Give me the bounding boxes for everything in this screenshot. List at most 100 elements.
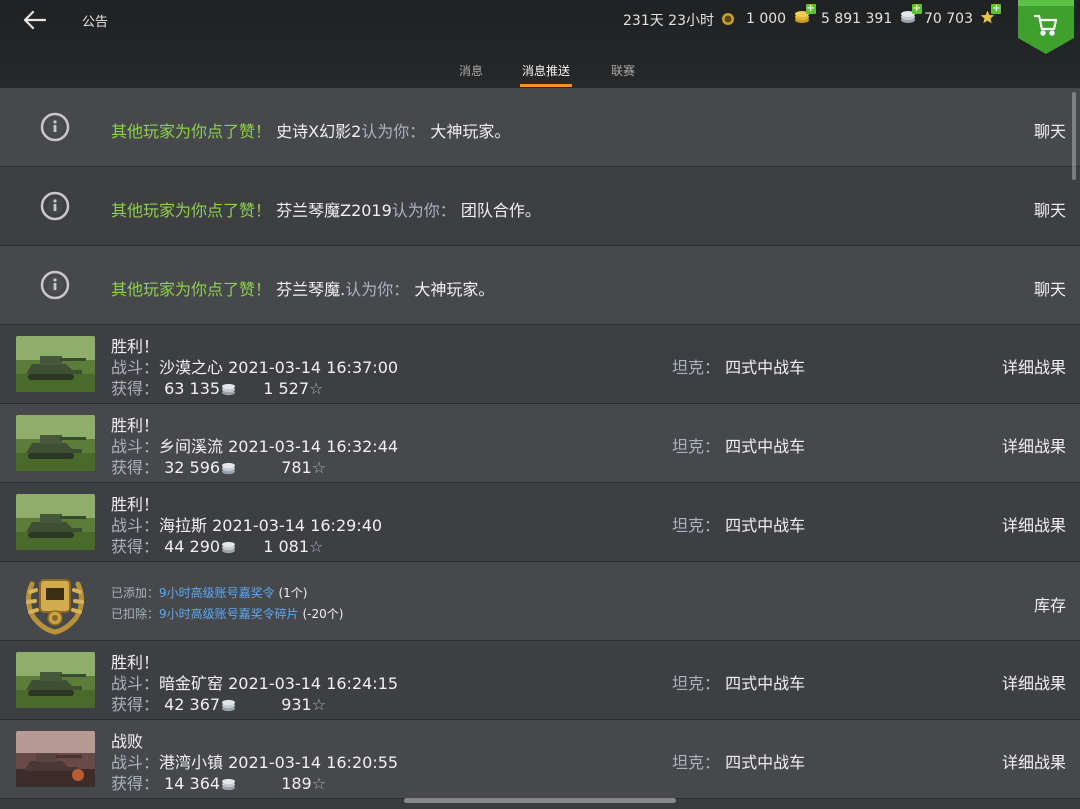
battle-earnings: 获得： 63 135 1 527☆ xyxy=(111,375,323,399)
star-icon: ☆ xyxy=(311,695,327,714)
added-item: 9小时高级账号嘉奖令 xyxy=(159,586,275,600)
tank-name: 四式中战车 xyxy=(725,358,806,377)
info-icon xyxy=(40,191,70,221)
like-verb: 认为你： xyxy=(345,280,410,299)
tank-thumbnail xyxy=(16,336,95,392)
tank-label: 坦克： xyxy=(672,516,721,535)
list-item: 其他玩家为你点了赞！ 史诗X幻影2认为你： 大神玩家。 聊天 xyxy=(0,88,1080,167)
tank-name: 四式中战车 xyxy=(725,437,806,456)
battle-details-button[interactable]: 详细战果 xyxy=(1002,512,1066,536)
chat-button[interactable]: 聊天 xyxy=(1034,276,1066,300)
top-bar: 公告 231天 23小时 1 000 + 5 891 391 + 70 703 … xyxy=(0,0,1080,88)
tank-label: 坦克： xyxy=(672,358,721,377)
like-prefix: 其他玩家为你点了赞！ xyxy=(111,122,272,141)
gold-balance[interactable]: 1 000 + xyxy=(746,4,816,28)
xp-earned: 189 xyxy=(281,774,312,793)
tank-name: 四式中战车 xyxy=(725,753,806,772)
battle-details-button[interactable]: 详细战果 xyxy=(1002,670,1066,694)
like-player: 芬兰琴魔. xyxy=(276,280,346,299)
star-icon: ☆ xyxy=(309,537,324,556)
credits-earned: 44 290 xyxy=(164,537,221,556)
battle-details-button[interactable]: 详细战果 xyxy=(1002,749,1066,773)
tank-thumbnail-defeat xyxy=(16,731,95,787)
silver-balance[interactable]: 5 891 391 + xyxy=(821,4,922,28)
chat-button[interactable]: 聊天 xyxy=(1034,197,1066,221)
laurel-badge-icon xyxy=(26,579,84,635)
earn-label: 获得： xyxy=(111,458,160,477)
like-trait: 大神玩家。 xyxy=(430,122,511,141)
xp-earned: 1 527 xyxy=(263,379,309,398)
premium-icon xyxy=(721,12,735,30)
credits-earned: 32 596 xyxy=(164,458,221,477)
credits-earned: 42 367 xyxy=(164,695,221,714)
like-trait: 大神玩家。 xyxy=(414,280,495,299)
xp-earned: 931 xyxy=(281,695,312,714)
tank-name: 四式中战车 xyxy=(725,674,806,693)
credits-earned: 14 364 xyxy=(164,774,221,793)
star-icon: + xyxy=(980,4,1002,28)
battle-details-button[interactable]: 详细战果 xyxy=(1002,433,1066,457)
list-item: 胜利！ 战斗：海拉斯 2021-03-14 16:29:40 获得： 44 29… xyxy=(0,483,1080,562)
battle-earnings: 获得： 42 367 931☆ xyxy=(111,691,326,715)
silver-icon xyxy=(222,383,236,396)
tank-info: 坦克： 四式中战车 xyxy=(672,354,805,378)
list-item: 已添加：9小时高级账号嘉奖令 (1个) 已扣除：9小时高级账号嘉奖令碎片 (-2… xyxy=(0,562,1080,641)
earn-label: 获得： xyxy=(111,695,160,714)
add-xp-icon: + xyxy=(991,3,1002,14)
free-xp-balance[interactable]: 70 703 + xyxy=(924,4,1002,28)
earn-label: 获得： xyxy=(111,379,160,398)
silver-value: 5 891 391 xyxy=(821,11,893,27)
added-label: 已添加： xyxy=(111,586,160,600)
star-icon: ☆ xyxy=(309,379,324,398)
info-icon xyxy=(40,112,70,142)
arrow-left-icon xyxy=(23,10,47,30)
reward-added: 已添加：9小时高级账号嘉奖令 (1个) xyxy=(111,584,307,601)
battle-earnings: 获得： 14 364 189☆ xyxy=(111,770,326,794)
page-title: 公告 xyxy=(82,15,109,30)
like-verb: 认为你： xyxy=(391,201,456,220)
tank-thumbnail xyxy=(16,494,95,550)
battle-details-button[interactable]: 详细战果 xyxy=(1002,354,1066,378)
info-icon xyxy=(40,270,70,300)
tank-thumbnail xyxy=(16,652,95,708)
star-icon: ☆ xyxy=(311,774,327,793)
silver-icon: + xyxy=(900,4,922,28)
premium-time: 231天 23小时 xyxy=(623,10,735,30)
silver-icon xyxy=(222,462,236,475)
gold-icon: + xyxy=(794,4,816,28)
shop-button[interactable] xyxy=(1018,0,1074,54)
like-trait: 团队合作。 xyxy=(460,201,541,220)
list-item: 战败 战斗：港湾小镇 2021-03-14 16:20:55 获得： 14 36… xyxy=(0,720,1080,799)
added-count: (1个) xyxy=(278,586,308,600)
like-prefix: 其他玩家为你点了赞！ xyxy=(111,201,272,220)
active-tab-indicator xyxy=(520,84,572,87)
premium-time-value: 231天 23小时 xyxy=(623,13,714,29)
battle-earnings: 获得： 32 596 781☆ xyxy=(111,454,326,478)
earn-label: 获得： xyxy=(111,537,160,556)
xp-earned: 1 081 xyxy=(263,537,309,556)
tab-league[interactable]: 联赛 xyxy=(611,62,635,79)
star-icon: ☆ xyxy=(311,458,327,477)
scrollbar[interactable] xyxy=(1072,92,1076,180)
like-player: 史诗X幻影2 xyxy=(276,122,362,141)
earn-label: 获得： xyxy=(111,774,160,793)
tank-info: 坦克： 四式中战车 xyxy=(672,512,805,536)
back-button[interactable] xyxy=(22,8,48,32)
tab-notifications[interactable]: 消息推送 xyxy=(522,62,570,79)
home-indicator[interactable] xyxy=(404,798,676,803)
gold-value: 1 000 xyxy=(746,11,787,27)
add-gold-icon: + xyxy=(805,3,816,14)
battle-earnings: 获得： 44 290 1 081☆ xyxy=(111,533,323,557)
inventory-button[interactable]: 库存 xyxy=(1034,592,1066,616)
add-silver-icon: + xyxy=(911,3,922,14)
tank-info: 坦克： 四式中战车 xyxy=(672,433,805,457)
tank-label: 坦克： xyxy=(672,437,721,456)
xp-earned: 781 xyxy=(281,458,312,477)
silver-icon xyxy=(222,778,236,791)
list-item: 其他玩家为你点了赞！ 芬兰琴魔.认为你： 大神玩家。 聊天 xyxy=(0,246,1080,325)
chat-button[interactable]: 聊天 xyxy=(1034,118,1066,142)
removed-count: (-20个) xyxy=(302,607,344,621)
like-player: 芬兰琴魔Z2019 xyxy=(276,201,392,220)
tab-messages[interactable]: 消息 xyxy=(459,62,483,79)
silver-icon xyxy=(222,699,236,712)
